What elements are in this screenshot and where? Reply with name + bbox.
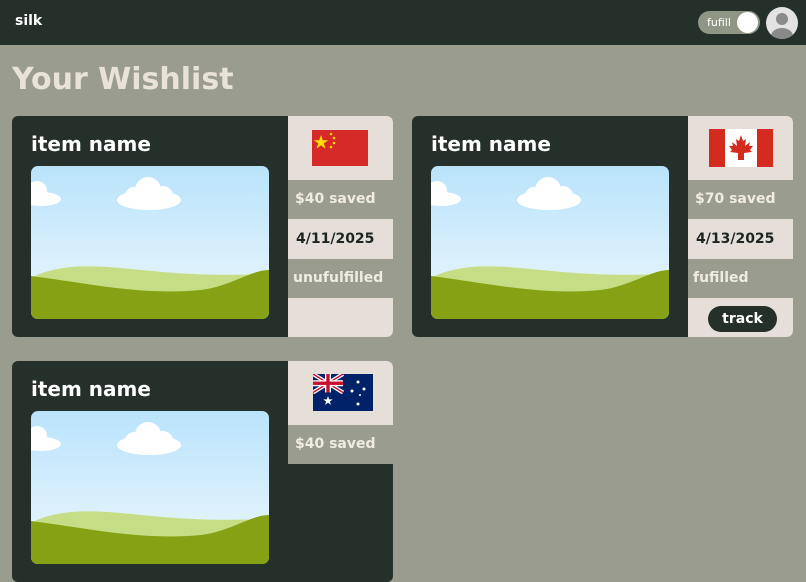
amount-saved: $40 saved <box>288 425 393 464</box>
toggle-knob[interactable] <box>737 12 758 33</box>
item-name: item name <box>431 132 551 156</box>
country-flag-box <box>688 116 793 180</box>
landscape-icon <box>31 411 269 564</box>
item-image-placeholder[interactable] <box>431 166 669 319</box>
card-main: item name <box>12 116 288 337</box>
top-bar: silk fufill <box>0 0 806 45</box>
item-image-placeholder[interactable] <box>31 411 269 564</box>
user-icon <box>771 13 793 39</box>
page-title: Your Wishlist <box>12 62 234 97</box>
item-image-placeholder[interactable] <box>31 166 269 319</box>
card-main: item name <box>12 361 288 582</box>
toggle-label: fufill <box>707 16 731 29</box>
brand-logo[interactable]: silk <box>15 13 42 29</box>
card-action-area <box>288 298 393 337</box>
wishlist-card[interactable]: item name <box>12 116 393 337</box>
wishlist-card[interactable]: item name <box>12 361 393 582</box>
country-flag-box <box>288 361 393 425</box>
card-action-area: track <box>688 298 793 337</box>
card-details: $40 saved <box>288 361 393 582</box>
china-flag-icon <box>312 130 368 166</box>
fulfillment-status: fufilled <box>688 259 793 298</box>
item-name: item name <box>31 132 151 156</box>
avatar[interactable] <box>766 7 798 39</box>
landscape-icon <box>431 166 669 319</box>
item-name: item name <box>31 377 151 401</box>
item-date: 4/13/2025 <box>688 219 793 259</box>
card-details: $70 saved 4/13/2025 fufilled track <box>688 116 793 337</box>
canada-flag-icon <box>709 129 773 167</box>
track-button[interactable]: track <box>708 306 777 332</box>
country-flag-box <box>288 116 393 180</box>
card-details: $40 saved 4/11/2025 unufulfilled <box>288 116 393 337</box>
amount-saved: $40 saved <box>288 180 393 219</box>
item-date: 4/11/2025 <box>288 219 393 259</box>
wishlist-card[interactable]: item name <box>412 116 793 337</box>
australia-flag-icon <box>313 374 373 411</box>
amount-saved: $70 saved <box>688 180 793 219</box>
landscape-icon <box>31 166 269 319</box>
fulfill-toggle[interactable]: fufill <box>698 11 760 34</box>
card-main: item name <box>412 116 688 337</box>
fulfillment-status: unufulfilled <box>288 259 393 298</box>
